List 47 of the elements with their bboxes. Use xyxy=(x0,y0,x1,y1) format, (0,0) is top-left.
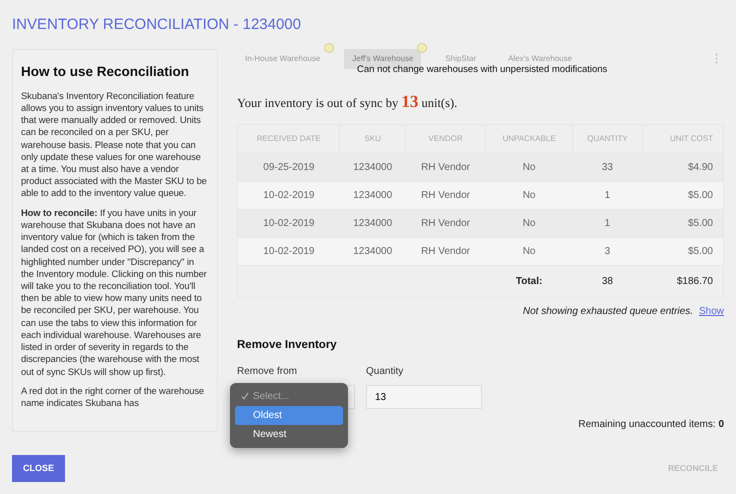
table-cell: No xyxy=(485,210,573,238)
table-cell: 33 xyxy=(572,154,642,182)
table-cell: $5.00 xyxy=(642,210,724,238)
table-cell: 1234000 xyxy=(340,154,406,182)
table-cell: $5.00 xyxy=(642,238,724,266)
table-cell: 1 xyxy=(572,182,642,210)
total-cost: $186.70 xyxy=(642,266,724,298)
help-paragraph: Skubana's Inventory Reconciliation feature allows you to assign inventory values to units that were manually added or removed. Units can be reconciled on a per SKU, per warehouse basis. Please note that you can only update these values for one warehouse at a time. You must also have a vendor product associated with the Master SKU to be able to add to the inventory value queue. xyxy=(21,90,208,200)
check-icon xyxy=(241,392,249,400)
table-cell: RH Vendor xyxy=(406,210,486,238)
table-cell: RH Vendor xyxy=(406,238,486,266)
sync-message: Your inventory is out of sync by 13 unit(s). xyxy=(237,90,458,112)
total-label: Total: xyxy=(485,266,573,298)
menu-item[interactable]: Select... xyxy=(235,387,343,406)
help-paragraph: How to reconcile: If you have units in your warehouse that Skubana does not have an inventory value for (which is taken from the landed cost on a received PO), you will see a highlighted number under "Discrepancy" in the Inventory module. Clicking on this number will take you to the reconciliation tool. You'll then be able to view how many units need to be reconciled per SKU, per warehouse. You can use the tabs to view this information for each individual warehouse. Warehouses are listed in order of severity in regards to the discrepancies (the warehouse with the most out of sync SKUs will show up first). xyxy=(21,206,208,378)
table-cell: 1234000 xyxy=(340,210,406,238)
table-cell: RH Vendor xyxy=(406,154,486,182)
field-label: Remove from xyxy=(237,365,298,380)
table-cell: 1 xyxy=(572,210,642,238)
quantity-field[interactable]: 13 xyxy=(366,385,482,410)
menu-item[interactable]: Oldest xyxy=(235,406,343,426)
dialog-title: INVENTORY RECONCILIATION - 1234000 xyxy=(12,15,302,35)
table-cell: 10-02-2019 xyxy=(238,210,340,238)
table-cell: 3 xyxy=(572,238,642,266)
remaining-value: 0 xyxy=(718,419,724,430)
show-link[interactable]: Show xyxy=(698,306,724,317)
table-cell: 09-25-2019 xyxy=(238,154,340,182)
table-cell: 1234000 xyxy=(340,238,406,266)
table-cell: No xyxy=(485,154,573,182)
remaining-label: Remaining unaccounted items: xyxy=(578,419,716,430)
close-button[interactable]: CLOSE xyxy=(12,454,66,482)
field-label: Quantity xyxy=(366,365,404,380)
table-cell: 10-02-2019 xyxy=(238,182,340,210)
help-paragraph: A red dot in the right corner of the warehouse name indicates Skubana has xyxy=(21,384,206,410)
table-cell: 1234000 xyxy=(340,182,406,210)
section-heading: Remove Inventory xyxy=(237,338,338,353)
menu-item[interactable]: Newest xyxy=(235,425,343,444)
table-cell: No xyxy=(485,182,573,210)
table-cell: 10-02-2019 xyxy=(238,238,340,266)
table-cell: $4.90 xyxy=(642,154,724,182)
more-icon[interactable] xyxy=(715,52,718,64)
table-cell: $5.00 xyxy=(642,182,724,210)
queue-note: Not showing exhausted queue entries. xyxy=(522,306,693,317)
help-heading: How to use Reconciliation xyxy=(21,64,190,80)
total-quantity: 38 xyxy=(572,266,642,298)
table-cell: No xyxy=(485,238,573,266)
table-cell: RH Vendor xyxy=(406,182,486,210)
